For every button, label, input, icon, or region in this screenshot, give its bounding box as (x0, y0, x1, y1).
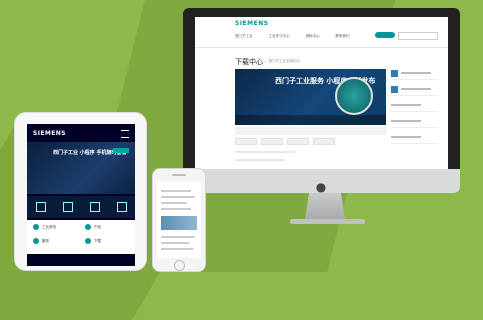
site-logo[interactable]: SIEMENS (33, 130, 66, 137)
tab-bar (235, 138, 335, 145)
hero-button[interactable] (113, 148, 129, 153)
sidebar-item[interactable] (391, 69, 437, 80)
apple-logo-icon: ● (315, 180, 327, 194)
imac-device: SIEMENS 西门子工业 工业学习中心 资料中心 联系我们 下载中心 — 西门… (183, 8, 460, 194)
footer-bar (27, 254, 135, 266)
tile[interactable]: 服务 (33, 238, 83, 252)
home-button[interactable] (174, 260, 185, 271)
list-item[interactable] (235, 159, 285, 161)
feature-icon[interactable] (89, 202, 100, 212)
speaker (172, 174, 186, 176)
hero-banner[interactable]: 西门子工业 小程序 手机随时查看 (27, 142, 135, 194)
feature-icon[interactable] (116, 202, 127, 212)
tile-grid: 工业资讯 产品 服务 下载 (27, 220, 135, 254)
icon-row (27, 196, 135, 218)
doc-icon (391, 86, 398, 93)
nav-item[interactable]: 资料中心 (306, 34, 320, 39)
tile[interactable]: 工业资讯 (33, 224, 83, 238)
imac-stand-base (290, 219, 365, 224)
sidebar-item[interactable] (391, 101, 437, 112)
site-logo[interactable]: SIEMENS (235, 20, 269, 27)
filter-row[interactable] (235, 127, 386, 135)
list-item[interactable] (235, 151, 295, 153)
sidebar (391, 69, 437, 159)
site-nav: 西门子工业 工业学习中心 资料中心 联系我们 (235, 34, 350, 39)
tile-icon (85, 238, 91, 244)
nav-item[interactable]: 联系我们 (336, 34, 350, 39)
tile-icon (85, 224, 91, 230)
menu-icon[interactable] (121, 130, 129, 138)
feature-icon[interactable] (62, 202, 73, 212)
imac-screen: SIEMENS 西门子工业 工业学习中心 资料中心 联系我们 下载中心 — 西门… (195, 17, 448, 169)
iphone-screen (157, 182, 201, 258)
hero-banner[interactable]: 西门子工业服务 小程序全新发布 (235, 69, 386, 125)
iphone-device (152, 168, 206, 272)
doc-icon (391, 70, 398, 77)
sidebar-item[interactable] (391, 85, 437, 96)
content-image[interactable] (161, 216, 197, 230)
tab[interactable] (235, 138, 257, 145)
ipad-device: SIEMENS 西门子工业 小程序 手机随时查看 工业资讯 产品 服务 下载 (14, 112, 147, 271)
site-header: SIEMENS 西门子工业 工业学习中心 资料中心 联系我们 (195, 17, 448, 48)
header-button[interactable] (375, 32, 395, 38)
qr-badge-icon (335, 77, 373, 115)
tile[interactable]: 下载 (85, 238, 135, 252)
tab[interactable] (287, 138, 309, 145)
tab[interactable] (261, 138, 283, 145)
sidebar-item[interactable] (391, 133, 437, 144)
imac-stand (305, 193, 345, 219)
ipad-screen: SIEMENS 西门子工业 小程序 手机随时查看 工业资讯 产品 服务 下载 (27, 124, 135, 266)
sidebar-item[interactable] (391, 117, 437, 128)
page-subtitle: — 西门子工业支持中心 (264, 59, 301, 63)
tile-icon (33, 238, 39, 244)
search-input[interactable] (398, 32, 438, 40)
feature-icon[interactable] (35, 202, 46, 212)
tile[interactable]: 产品 (85, 224, 135, 238)
tab[interactable] (313, 138, 335, 145)
tile-icon (33, 224, 39, 230)
banner-bar (235, 115, 386, 125)
nav-item[interactable]: 工业学习中心 (269, 34, 290, 39)
page-title: 下载中心 (235, 58, 263, 66)
nav-item[interactable]: 西门子工业 (235, 34, 253, 39)
